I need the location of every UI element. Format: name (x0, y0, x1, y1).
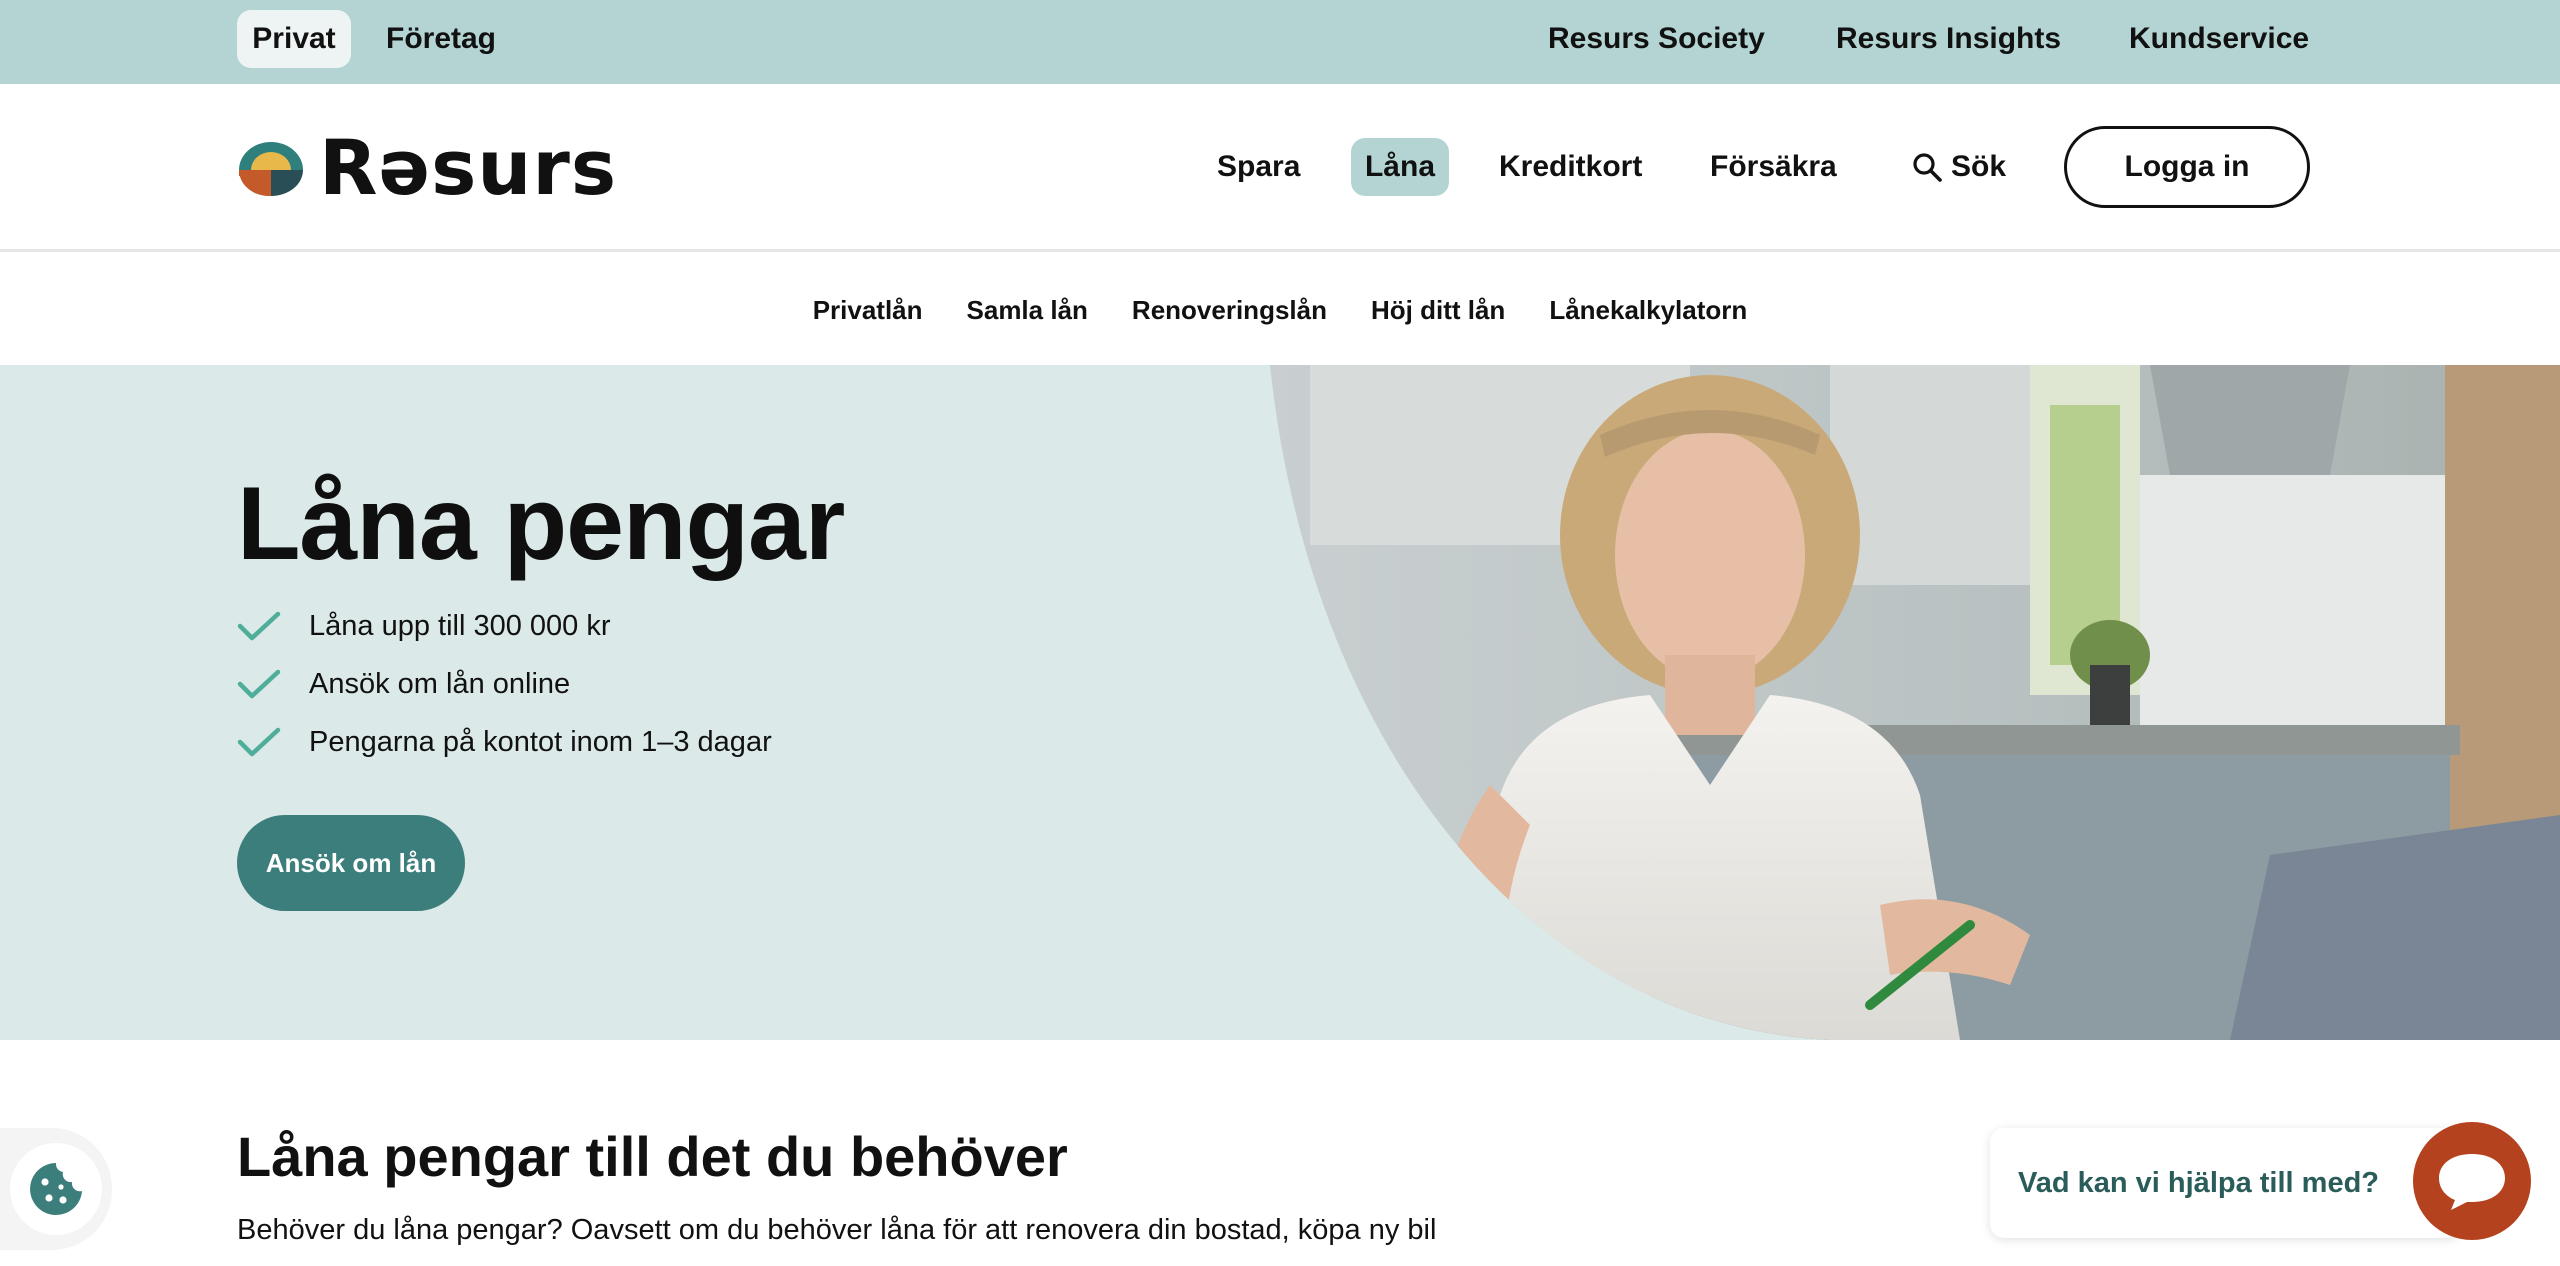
chat-button[interactable] (2413, 1122, 2531, 1240)
resurs-logo[interactable]: Rəsurs (237, 130, 617, 206)
link-resurs-insights[interactable]: Resurs Insights (1836, 10, 2061, 68)
top-utility-bar: Privat Företag Resurs Society Resurs Ins… (0, 0, 2560, 84)
apply-loan-button[interactable]: Ansök om lån (237, 815, 465, 911)
link-resurs-society[interactable]: Resurs Society (1548, 10, 1765, 68)
logo-mark-icon (238, 142, 303, 196)
subnav-renoveringslan[interactable]: Renoveringslån (1132, 295, 1327, 326)
segment-foretag[interactable]: Företag (386, 10, 496, 68)
benefit-text: Låna upp till 300 000 kr (309, 609, 611, 642)
hero-benefits-list: Låna upp till 300 000 kr Ansök om lån on… (237, 597, 772, 771)
link-kundservice[interactable]: Kundservice (2129, 10, 2309, 68)
logo-wordmark: Rəsurs (319, 123, 618, 212)
hero-section: Låna pengar Låna upp till 300 000 kr Ans… (0, 365, 2560, 1040)
check-icon (237, 669, 281, 699)
subnav-lanekalkylatorn[interactable]: Lånekalkylatorn (1549, 295, 1747, 326)
main-navigation: Rəsurs Spara Låna Kreditkort Försäkra Sö… (0, 84, 2560, 252)
segment-privat[interactable]: Privat (237, 10, 351, 68)
subnav-samla-lan[interactable]: Samla lån (967, 295, 1088, 326)
nav-spara[interactable]: Spara (1217, 138, 1300, 196)
section-title: Låna pengar till det du behöver (237, 1125, 1068, 1188)
search-button[interactable]: Sök (1911, 138, 2006, 196)
chat-prompt[interactable]: Vad kan vi hjälpa till med? (1990, 1128, 2460, 1238)
cookie-icon (30, 1163, 82, 1215)
login-button[interactable]: Logga in (2064, 126, 2310, 208)
section-intro-text: Behöver du låna pengar? Oavsett om du be… (237, 1214, 1437, 1246)
benefit-text: Ansök om lån online (309, 667, 571, 700)
subnav-privatlan[interactable]: Privatlån (813, 295, 923, 326)
chat-icon (2439, 1154, 2505, 1210)
nav-forsakra[interactable]: Försäkra (1710, 138, 1837, 196)
benefit-item: Ansök om lån online (237, 655, 772, 713)
benefit-item: Låna upp till 300 000 kr (237, 597, 772, 655)
search-label: Sök (1951, 150, 2007, 183)
cookie-settings-button[interactable] (0, 1128, 112, 1250)
check-icon (237, 727, 281, 757)
search-icon (1913, 153, 1942, 182)
cookie-button-inner (10, 1143, 102, 1235)
nav-kreditkort[interactable]: Kreditkort (1499, 138, 1642, 196)
nav-lana[interactable]: Låna (1351, 138, 1449, 196)
hero-title: Låna pengar (237, 466, 845, 582)
subnav-hoj-ditt-lan[interactable]: Höj ditt lån (1371, 295, 1505, 326)
benefit-text: Pengarna på kontot inom 1–3 dagar (309, 725, 772, 758)
check-icon (237, 611, 281, 641)
sub-navigation: Privatlån Samla lån Renoveringslån Höj d… (0, 254, 2560, 366)
benefit-item: Pengarna på kontot inom 1–3 dagar (237, 713, 772, 771)
hero-photo (1270, 365, 2560, 1040)
